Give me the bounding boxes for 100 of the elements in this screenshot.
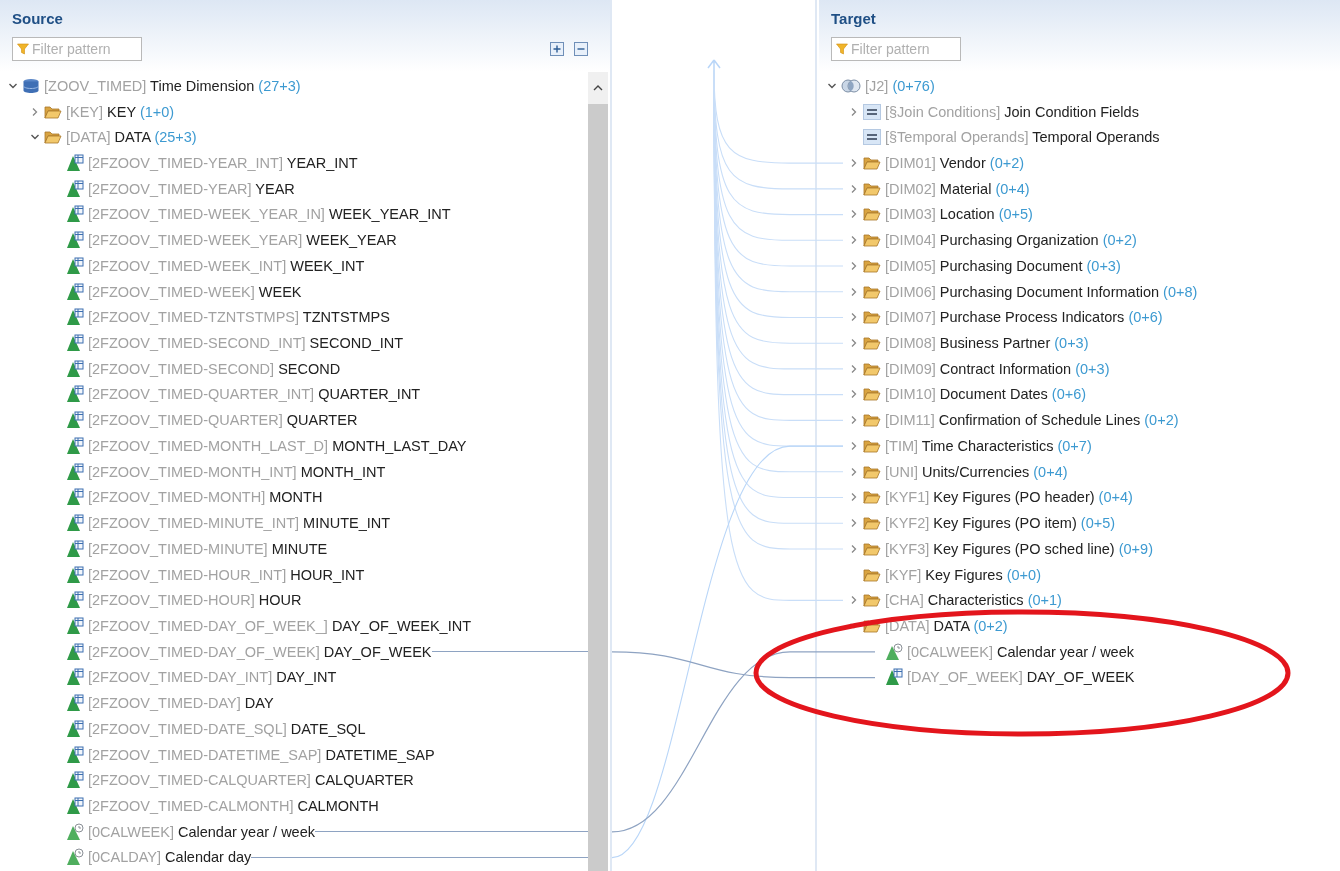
tree-item[interactable]: [2FZOOV_TIMED-SECOND] SECOND — [88, 360, 341, 377]
panel-title: Target — [831, 10, 877, 27]
info-object-icon — [885, 642, 903, 661]
chevron-right-icon[interactable] — [849, 363, 859, 374]
folder-icon — [863, 413, 881, 428]
tree-item[interactable]: [DATA] DATA (25+3) — [66, 129, 197, 146]
tree-item[interactable]: [DIM08] Business Partner (0+3) — [885, 335, 1089, 352]
chevron-right-icon[interactable] — [849, 235, 859, 246]
field-icon — [66, 308, 84, 327]
chevron-right-icon[interactable] — [849, 106, 859, 117]
tree-item[interactable]: [0CALWEEK] Calendar year / week — [88, 823, 315, 840]
tree-item[interactable]: [2FZOOV_TIMED-MINUTE_INT] MINUTE_INT — [88, 515, 391, 532]
chevron-right-icon[interactable] — [849, 286, 859, 297]
tree-item[interactable]: [DIM10] Document Dates (0+6) — [885, 386, 1087, 403]
field-icon — [66, 565, 84, 584]
tree-item[interactable]: [KYF3] Key Figures (PO sched line) (0+9) — [885, 540, 1153, 557]
tree-item[interactable]: [DIM11] Confirmation of Schedule Lines (0+2) — [885, 412, 1179, 429]
field-icon — [66, 205, 84, 224]
tree-item[interactable]: [DIM07] Purchase Process Indicators (0+6) — [885, 309, 1163, 326]
tree-item[interactable]: [2FZOOV_TIMED-MINUTE] MINUTE — [88, 540, 328, 557]
chevron-right-icon[interactable] — [849, 466, 859, 477]
field-icon — [66, 797, 84, 815]
expand-all-icon[interactable] — [550, 42, 564, 56]
tree-item[interactable]: [2FZOOV_TIMED-MONTH] MONTH — [88, 489, 323, 506]
chevron-right-icon[interactable] — [849, 492, 859, 503]
tree-item[interactable]: [DIM09] Contract Information (0+3) — [885, 360, 1110, 377]
tree-item[interactable]: [2FZOOV_TIMED-HOUR_INT] HOUR_INT — [88, 566, 365, 583]
tree-item[interactable]: [2FZOOV_TIMED-DATE_SQL] DATE_SQL — [88, 720, 366, 737]
panel-title: Source — [12, 10, 64, 27]
field-icon — [66, 179, 84, 198]
folder-icon — [863, 233, 881, 248]
tree-item[interactable]: [DIM06] Purchasing Document Information (0+8) — [885, 283, 1198, 300]
tree-item[interactable]: [2FZOOV_TIMED-MONTH_INT] MONTH_INT — [88, 463, 386, 480]
chevron-right-icon[interactable] — [849, 260, 859, 271]
tree-item[interactable]: [DIM04] Purchasing Organization (0+2) — [885, 232, 1137, 249]
chevron-right-icon[interactable] — [849, 389, 859, 400]
chevron-right-icon[interactable] — [849, 415, 859, 426]
field-icon — [66, 745, 84, 764]
tree-item[interactable]: [UNI] Units/Currencies (0+4) — [885, 463, 1068, 480]
tree-item[interactable]: [§Temporal Operands] Temporal Operands — [885, 129, 1160, 146]
tree-item[interactable]: [2FZOOV_TIMED-CALMONTH] CALMONTH — [88, 798, 379, 814]
tree-item[interactable]: [0CALDAY] Calendar day — [88, 849, 252, 866]
chevron-right-icon[interactable] — [30, 106, 40, 117]
tree-item[interactable]: [DATA] DATA (0+2) — [885, 617, 1008, 634]
chevron-right-icon[interactable] — [849, 518, 859, 529]
folder-icon — [863, 310, 881, 325]
tree-item[interactable]: [2FZOOV_TIMED-DAY] DAY — [88, 695, 274, 712]
tree-item[interactable]: [2FZOOV_TIMED-CALQUARTER] CALQUARTER — [88, 772, 414, 789]
chevron-right-icon[interactable] — [849, 440, 859, 451]
field-icon — [66, 539, 84, 558]
tree-item[interactable]: [ZOOV_TIMED] Time Dimension (27+3) — [44, 77, 301, 94]
structure-icon — [863, 129, 881, 146]
tree-item[interactable]: [0CALWEEK] Calendar year / week — [907, 643, 1134, 660]
tree-item[interactable]: [2FZOOV_TIMED-HOUR] HOUR — [88, 592, 302, 609]
tree-item[interactable]: [2FZOOV_TIMED-YEAR_INT] YEAR_INT — [88, 155, 358, 171]
chevron-right-icon[interactable] — [849, 158, 859, 168]
tree-item[interactable]: [2FZOOV_TIMED-WEEK_YEAR] WEEK_YEAR — [88, 232, 397, 249]
tree-item[interactable]: [2FZOOV_TIMED-DAY_OF_WEEK] DAY_OF_WEEK — [88, 643, 432, 660]
tree-item[interactable]: [2FZOOV_TIMED-TZNTSTMPS] TZNTSTMPS — [88, 309, 390, 326]
filter-field[interactable]: Filter pattern — [12, 37, 142, 61]
tree-item[interactable]: [2FZOOV_TIMED-DATETIME_SAP] DATETIME_SAP — [88, 746, 435, 763]
folder-icon — [863, 541, 881, 556]
filter-field[interactable]: Filter pattern — [831, 37, 961, 61]
chevron-right-icon[interactable] — [849, 183, 859, 194]
chevron-right-icon[interactable] — [849, 543, 859, 554]
tree-item[interactable]: [2FZOOV_TIMED-DAY_OF_WEEK_] DAY_OF_WEEK_INT — [88, 617, 471, 634]
tree-item[interactable]: [2FZOOV_TIMED-DAY_INT] DAY_INT — [88, 669, 337, 686]
tree-item[interactable]: [2FZOOV_TIMED-MONTH_LAST_D] MONTH_LAST_DAY — [88, 437, 467, 454]
folder-icon — [863, 438, 881, 453]
tree-item[interactable]: [TIM] Time Characteristics (0+7) — [885, 437, 1092, 454]
chevron-right-icon[interactable] — [849, 209, 859, 220]
collapse-all-icon[interactable] — [574, 42, 588, 56]
chevron-right-icon[interactable] — [849, 595, 859, 606]
folder-icon — [44, 130, 62, 145]
tree-item[interactable]: [2FZOOV_TIMED-QUARTER] QUARTER — [88, 412, 358, 429]
tree-item[interactable]: [DIM02] Material (0+4) — [885, 180, 1030, 197]
tree-item[interactable]: [KYF2] Key Figures (PO item) (0+5) — [885, 515, 1116, 532]
tree-item[interactable]: [KYF] Key Figures (0+0) — [885, 566, 1041, 583]
tree-item[interactable]: [2FZOOV_TIMED-QUARTER_INT] QUARTER_INT — [88, 386, 421, 403]
tree-item[interactable]: [2FZOOV_TIMED-WEEK] WEEK — [88, 283, 302, 300]
tree-item[interactable]: [DIM05] Purchasing Document (0+3) — [885, 257, 1121, 274]
tree-item[interactable]: [DIM01] Vendor (0+2) — [885, 155, 1025, 171]
tree-item[interactable]: [KEY] KEY (1+0) — [66, 103, 175, 120]
chevron-right-icon[interactable] — [849, 312, 859, 323]
field-icon — [66, 462, 84, 481]
tree-item[interactable]: [KYF1] Key Figures (PO header) (0+4) — [885, 489, 1133, 506]
tree-item[interactable]: [2FZOOV_TIMED-SECOND_INT] SECOND_INT — [88, 335, 404, 352]
tree-item[interactable]: [CHA] Characteristics (0+1) — [885, 592, 1062, 609]
folder-icon — [863, 387, 881, 402]
info-object-icon — [66, 848, 84, 867]
scroll-up-icon[interactable] — [593, 84, 603, 92]
tree-item[interactable]: [2FZOOV_TIMED-WEEK_INT] WEEK_INT — [88, 257, 365, 274]
chevron-right-icon[interactable] — [849, 338, 859, 349]
field-icon — [66, 616, 84, 635]
field-icon — [66, 334, 84, 353]
tree-item[interactable]: [2FZOOV_TIMED-WEEK_YEAR_IN] WEEK_YEAR_INT — [88, 206, 451, 223]
tree-item[interactable]: [§Join Conditions] Join Condition Fields — [885, 103, 1139, 120]
tree-item[interactable]: [DIM03] Location (0+5) — [885, 206, 1033, 223]
tree-item[interactable]: [2FZOOV_TIMED-YEAR] YEAR — [88, 180, 295, 197]
tree-item[interactable]: [DAY_OF_WEEK] DAY_OF_WEEK — [907, 669, 1135, 686]
